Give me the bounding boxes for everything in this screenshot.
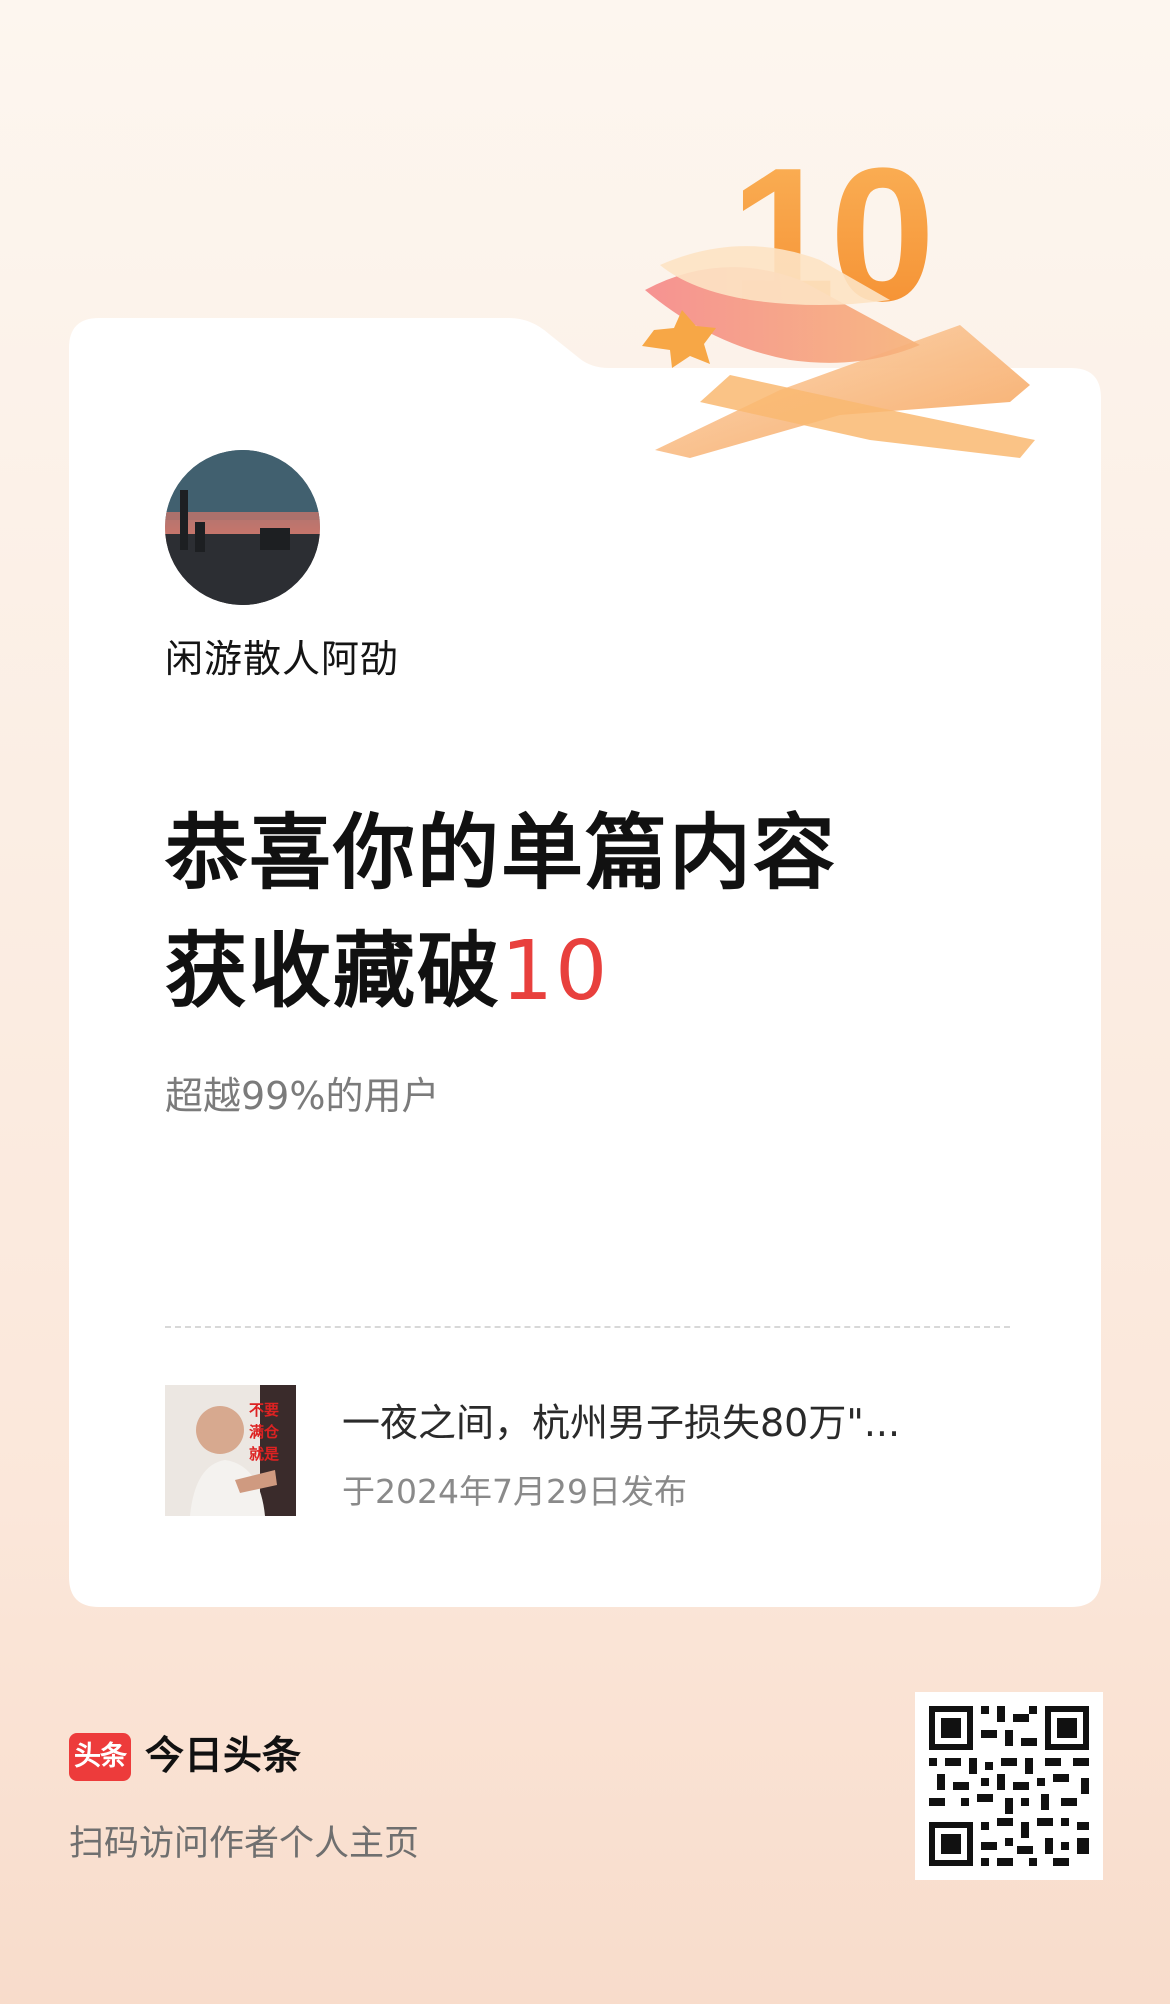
scan-hint: 扫码访问作者个人主页 xyxy=(69,1824,420,1864)
headline-line2: 获收藏破10 xyxy=(165,913,837,1031)
headline-line1: 恭喜你的单篇内容 xyxy=(165,806,838,901)
author-name[interactable]: 闲游散人阿劭 xyxy=(165,628,399,683)
thumbnail-caption-line: 满仓 xyxy=(249,1423,280,1441)
qr-code[interactable] xyxy=(915,1692,1103,1880)
article-title[interactable]: 一夜之间，杭州男子损失80万"... xyxy=(342,1392,900,1447)
percentile-text: 超越99%的用户 xyxy=(165,1074,440,1118)
headline-line2-prefix: 获收藏破 xyxy=(165,924,502,1019)
dashed-divider xyxy=(165,1326,1010,1328)
app-name: 今日头条 xyxy=(145,1734,302,1779)
article-publish-date: 于2024年7月29日发布 xyxy=(342,1472,687,1511)
avatar-image xyxy=(165,450,320,605)
milestone-badge-icon: 10 xyxy=(642,140,1035,458)
headline-count: 10 xyxy=(501,924,610,1019)
thumbnail-caption: 不要 满仓 就是 xyxy=(249,1399,279,1465)
qr-code-icon xyxy=(915,1692,1103,1880)
headline: 恭喜你的单篇内容 获收藏破10 xyxy=(165,795,837,1031)
toutiao-logo-icon: 头条 xyxy=(69,1733,131,1781)
thumbnail-caption-line: 不要 xyxy=(249,1401,280,1419)
thumbnail-caption-line: 就是 xyxy=(249,1445,280,1463)
author-avatar[interactable] xyxy=(165,450,320,605)
article-thumbnail[interactable]: 不要 满仓 就是 xyxy=(165,1385,296,1516)
